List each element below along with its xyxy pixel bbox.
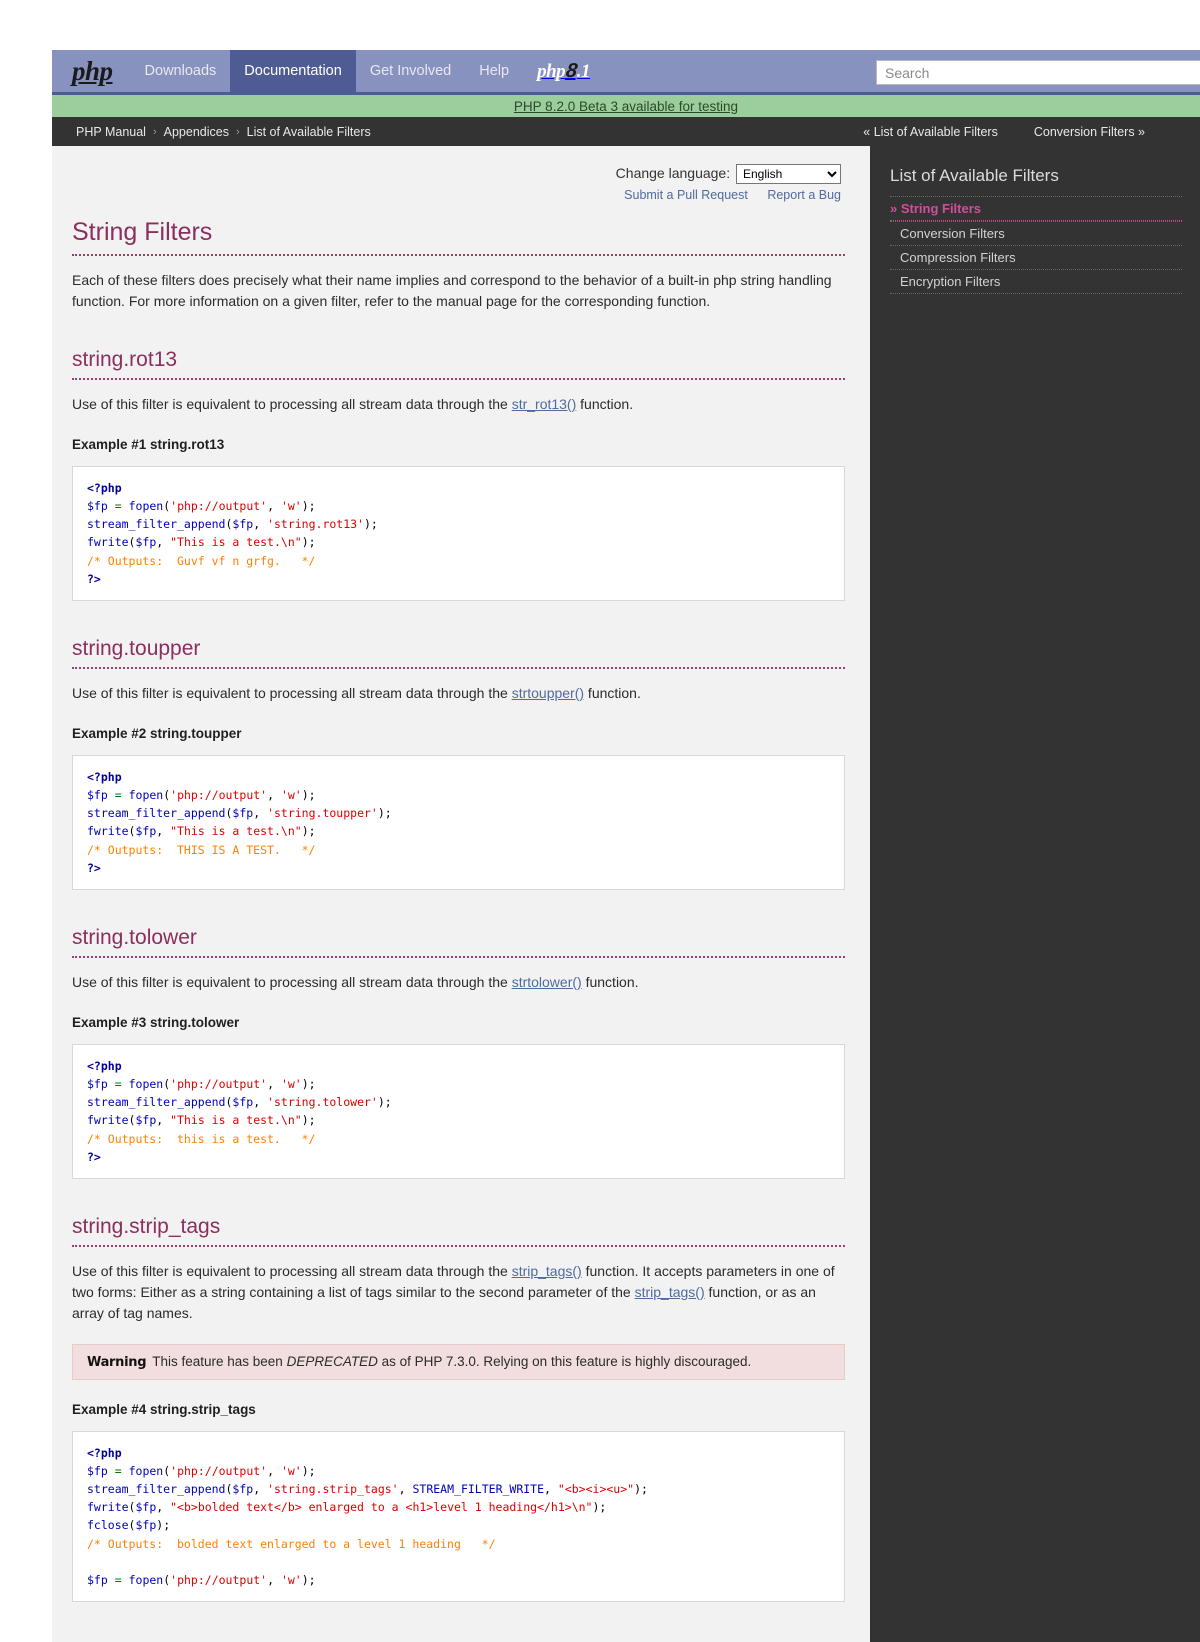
php-version-badge[interactable]: php 8.1: [523, 50, 600, 92]
section-intro-string-rot13: Use of this filter is equivalent to proc…: [72, 394, 845, 415]
section-intro-string-strip-tags: Use of this filter is equivalent to proc…: [72, 1261, 845, 1324]
nav-item-help[interactable]: Help: [465, 50, 523, 92]
function-link-strtoupper[interactable]: strtoupper(): [512, 685, 584, 701]
example-title-2: Example #2 string.toupper: [72, 725, 242, 741]
intro-text-after: function.: [576, 396, 634, 412]
section-heading-string-rot13: string.rot13: [72, 348, 845, 380]
sidebar-list: String Filters Conversion Filters Compre…: [890, 196, 1182, 294]
sidebar-link-compression-filters[interactable]: Compression Filters: [890, 250, 1182, 265]
breadcrumb-separator: ›: [152, 125, 157, 138]
warning-text-b: as of PHP 7.3.0. Relying on this feature…: [377, 1353, 752, 1369]
function-link-strip-tags-1[interactable]: strip_tags(): [512, 1263, 582, 1279]
example-title-1: Example #1 string.rot13: [72, 437, 225, 452]
nav-item-get-involved[interactable]: Get Involved: [356, 50, 465, 92]
intro-text-a: Use of this filter is equivalent to proc…: [72, 1262, 512, 1279]
section-heading-string-toupper: string.toupper: [72, 637, 845, 669]
language-select[interactable]: English: [736, 164, 841, 184]
sidebar-item-string-filters[interactable]: String Filters: [890, 196, 1182, 221]
breadcrumb-bar: PHP Manual › Appendices › List of Availa…: [52, 117, 1200, 146]
warning-text-a: This feature has been: [152, 1353, 287, 1369]
function-link-strtolower[interactable]: strtolower(): [512, 974, 582, 990]
page-intro: Each of these filters does precisely wha…: [72, 272, 832, 309]
function-link-strip-tags-2[interactable]: strip_tags(): [635, 1284, 705, 1300]
code-content-2: <?php $fp = fopen('php://output', 'w'); …: [87, 769, 392, 875]
announcement-banner: PHP 8.2.0 Beta 3 available for testing: [52, 95, 1200, 117]
sidebar-link-encryption-filters[interactable]: Encryption Filters: [890, 274, 1182, 289]
breadcrumb-item-appendices[interactable]: Appendices: [164, 125, 229, 139]
submit-pull-request-link[interactable]: Submit a Pull Request: [624, 188, 748, 202]
change-language-label: Change language:: [615, 165, 731, 181]
breadcrumb-separator: ›: [235, 125, 240, 138]
body-row: Change language: English Submit a Pull R…: [52, 146, 1200, 1642]
search-input[interactable]: [876, 60, 1200, 85]
intro-text-before: Use of this filter is equivalent to proc…: [72, 396, 512, 412]
intro-text-after: function.: [584, 684, 641, 701]
sidebar-link-string-filters[interactable]: String Filters: [890, 201, 1182, 216]
top-navigation-bar: php Downloads Documentation Get Involved…: [52, 50, 1200, 95]
sidebar-title: List of Available Filters: [890, 166, 1059, 185]
section-intro-string-toupper: Use of this filter is equivalent to proc…: [72, 683, 845, 704]
report-a-bug-link[interactable]: Report a Bug: [767, 188, 841, 202]
code-content-3: <?php $fp = fopen('php://output', 'w'); …: [87, 1058, 392, 1164]
intro-text-after: function.: [581, 973, 639, 990]
announcement-link[interactable]: PHP 8.2.0 Beta 3 available for testing: [514, 99, 738, 114]
function-link-str-rot13[interactable]: str_rot13(): [512, 396, 577, 412]
nav-item-documentation[interactable]: Documentation: [230, 50, 356, 92]
change-language-row: Change language: English: [72, 164, 845, 184]
breadcrumb-item-list-of-available-filters[interactable]: List of Available Filters: [247, 125, 371, 139]
warning-label: Warning: [87, 1354, 147, 1370]
breadcrumb-pager: « List of Available Filters Conversion F…: [863, 117, 1200, 146]
code-content-1: <?php $fp = fopen('php://output', 'w'); …: [87, 481, 378, 586]
code-block-2: <?php $fp = fopen('php://output', 'w'); …: [72, 754, 845, 890]
sidebar-item-conversion-filters[interactable]: Conversion Filters: [890, 221, 1182, 245]
example-title-4: Example #4 string.strip_tags: [72, 1401, 256, 1417]
warning-emphasis: DEPRECATED: [286, 1353, 378, 1369]
code-block-4: <?php $fp = fopen('php://output', 'w'); …: [72, 1430, 845, 1603]
page-shell: php Downloads Documentation Get Involved…: [52, 50, 1200, 1642]
search-box: [876, 60, 1200, 85]
breadcrumb: PHP Manual › Appendices › List of Availa…: [76, 125, 371, 139]
section-intro-string-tolower: Use of this filter is equivalent to proc…: [72, 972, 845, 993]
sidebar-link-conversion-filters[interactable]: Conversion Filters: [890, 226, 1182, 241]
page-title: String Filters: [72, 218, 845, 256]
example-title-3: Example #3 string.tolower: [72, 1014, 240, 1030]
intro-text-before: Use of this filter is equivalent to proc…: [72, 684, 512, 701]
code-block-3: <?php $fp = fopen('php://output', 'w'); …: [72, 1043, 845, 1179]
sidebar-item-compression-filters[interactable]: Compression Filters: [890, 245, 1182, 269]
section-heading-string-tolower: string.tolower: [72, 926, 845, 958]
sidebar-item-encryption-filters[interactable]: Encryption Filters: [890, 269, 1182, 294]
next-page-link[interactable]: Conversion Filters »: [1034, 125, 1145, 139]
badge-prefix: php: [537, 60, 566, 82]
intro-text-before: Use of this filter is equivalent to proc…: [72, 973, 512, 990]
php-81-logo: php 8.1: [537, 60, 590, 83]
section-heading-string-strip-tags: string.strip_tags: [72, 1215, 845, 1247]
breadcrumb-item-php-manual[interactable]: PHP Manual: [76, 125, 146, 139]
prev-page-link[interactable]: « List of Available Filters: [863, 125, 998, 139]
contribution-links: Submit a Pull Request Report a Bug: [72, 188, 845, 202]
badge-minor: .1: [576, 60, 591, 82]
deprecation-warning-box: Warning This feature has been DEPRECATED …: [72, 1343, 845, 1380]
sidebar: List of Available Filters String Filters…: [870, 146, 1200, 1642]
php-logo[interactable]: php: [52, 50, 131, 92]
code-content-4: <?php $fp = fopen('php://output', 'w'); …: [87, 1445, 648, 1587]
nav-item-downloads[interactable]: Downloads: [131, 50, 231, 92]
main-content: Change language: English Submit a Pull R…: [52, 146, 870, 1642]
code-block-1: <?php $fp = fopen('php://output', 'w'); …: [72, 466, 845, 601]
